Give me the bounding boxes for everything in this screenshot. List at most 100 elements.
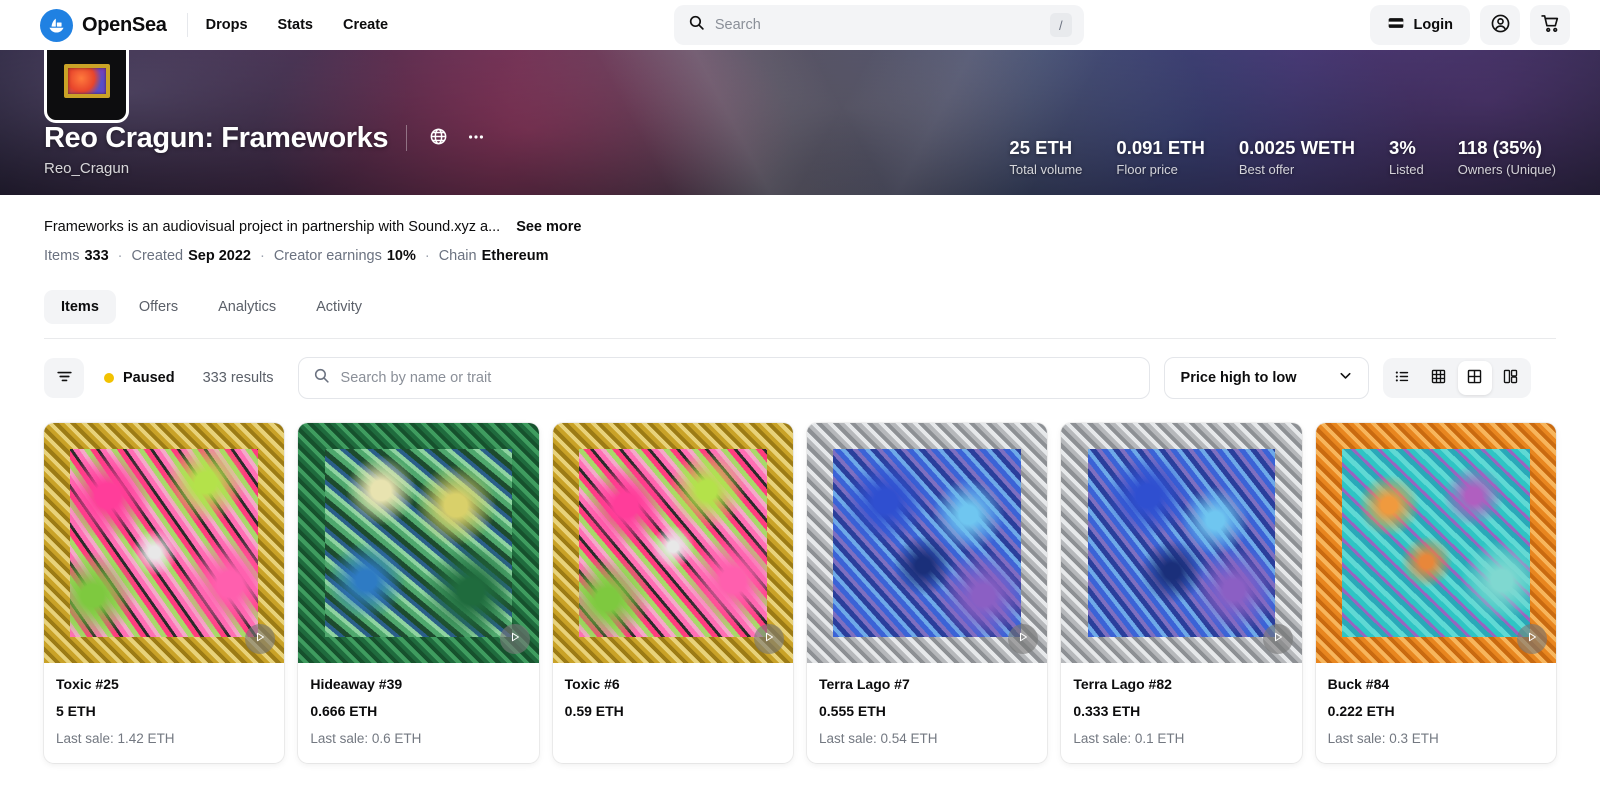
cart-button[interactable] (1530, 5, 1570, 45)
more-options-button[interactable] (463, 125, 489, 151)
nav-actions: Login (1369, 5, 1584, 45)
artwork-image-cyan (1342, 449, 1530, 637)
stat-best-offer: 0.0025 WETH Best offer (1205, 137, 1355, 177)
item-last-sale: Last sale: 0.54 ETH (818, 731, 938, 747)
tab-offers[interactable]: Offers (122, 290, 195, 324)
meta-separator: · (259, 247, 265, 264)
collection-avatar[interactable] (44, 50, 129, 123)
play-icon (254, 630, 266, 648)
split-view-icon (1502, 368, 1519, 388)
global-search-box[interactable]: / (673, 5, 1084, 45)
item-search-box[interactable] (297, 356, 1150, 399)
play-icon (1272, 630, 1284, 648)
banner-content: Reo Cragun: Frameworks Reo_Cragun 25 ETH… (0, 122, 1600, 177)
large-grid-view-icon (1466, 368, 1483, 388)
item-media[interactable] (1061, 422, 1302, 664)
view-mode-split-button[interactable] (1494, 361, 1528, 395)
brand-name-label: OpenSea (82, 13, 167, 36)
tab-activity[interactable]: Activity (299, 290, 379, 324)
status-label: Paused (123, 369, 175, 386)
see-more-button[interactable]: See more (516, 219, 581, 235)
meta-created-value: Sep 2022 (188, 247, 251, 264)
collection-tabs: Items Offers Analytics Activity (0, 264, 1600, 324)
stat-owners: 118 (35%) Owners (Unique) (1424, 137, 1556, 177)
nav-link-drops[interactable]: Drops (206, 17, 248, 33)
collection-creator[interactable]: Reo_Cragun (44, 160, 501, 177)
item-name: Buck #84 (1327, 676, 1390, 693)
item-media[interactable] (806, 422, 1048, 664)
stat-value: 3% (1389, 137, 1416, 158)
view-mode-small-grid-button[interactable] (1422, 361, 1456, 395)
play-button-overlay[interactable] (1516, 624, 1547, 655)
meta-chain-value: Ethereum (481, 247, 549, 264)
item-card[interactable]: Toxic #25 5 ETH Last sale: 1.42 ETH (44, 422, 285, 764)
item-price: 0.333 ETH (1073, 703, 1141, 720)
view-mode-large-grid-button[interactable] (1457, 360, 1492, 395)
chevron-down-icon (1337, 367, 1354, 389)
item-price: 0.555 ETH (818, 703, 886, 720)
item-card[interactable]: Toxic #6 0.59 ETH (552, 422, 793, 764)
item-card[interactable]: Hideaway #39 0.666 ETH Last sale: 0.6 ET… (298, 422, 539, 764)
sort-selected-label: Price high to low (1180, 369, 1297, 386)
description-text: Frameworks is an audiovisual project in … (44, 219, 501, 235)
item-name: Toxic #25 (56, 676, 119, 693)
title-separator (406, 125, 408, 152)
account-button[interactable] (1480, 5, 1520, 45)
item-last-sale: Last sale: 0.1 ETH (1073, 731, 1185, 747)
shopping-cart-icon (1540, 13, 1561, 37)
item-last-sale: Last sale: 1.42 ETH (56, 731, 175, 747)
item-card[interactable]: Terra Lago #7 0.555 ETH Last sale: 0.54 … (806, 422, 1048, 764)
item-last-sale: Last sale: 0.3 ETH (1327, 731, 1439, 747)
item-details: Hideaway #39 0.666 ETH Last sale: 0.6 ET… (298, 663, 538, 763)
play-button-overlay[interactable] (499, 624, 530, 655)
stat-value: 0.0025 WETH (1238, 137, 1356, 158)
stat-floor-price: 0.091 ETH Floor price (1082, 137, 1204, 177)
item-media[interactable] (298, 422, 539, 664)
ellipsis-icon (466, 127, 486, 150)
item-price: 0.222 ETH (1327, 703, 1395, 720)
item-search-input[interactable] (340, 369, 1135, 386)
collection-title: Reo Cragun: Frameworks (44, 121, 389, 154)
nav-link-create[interactable]: Create (343, 17, 388, 33)
account-circle-icon (1490, 13, 1511, 37)
play-icon (1017, 630, 1029, 648)
meta-items-value: 333 (84, 247, 109, 264)
item-price: 0.666 ETH (310, 703, 378, 720)
item-media[interactable] (1315, 422, 1556, 664)
item-name: Terra Lago #7 (818, 676, 910, 693)
meta-earnings-value: 10% (386, 247, 416, 264)
item-media[interactable] (44, 422, 285, 664)
search-shortcut-badge: / (1049, 13, 1072, 37)
artwork-image-green (324, 449, 513, 637)
login-button-label: Login (1413, 17, 1453, 33)
login-button[interactable]: Login (1369, 5, 1470, 45)
meta-chain-label: Chain (438, 247, 477, 264)
filter-toggle-button[interactable] (44, 357, 84, 398)
global-search-container: / (388, 5, 1369, 45)
item-card[interactable]: Buck #84 0.222 ETH Last sale: 0.3 ETH (1315, 422, 1556, 764)
collection-banner: Reo Cragun: Frameworks Reo_Cragun 25 ETH… (0, 50, 1600, 195)
small-grid-view-icon (1430, 368, 1447, 388)
nav-link-stats[interactable]: Stats (278, 17, 313, 33)
meta-items-label: Items (44, 247, 80, 264)
website-link-button[interactable] (425, 125, 451, 151)
brand-home-link[interactable]: OpenSea (16, 8, 167, 42)
items-grid: Toxic #25 5 ETH Last sale: 1.42 ETH Hide… (0, 399, 1600, 764)
item-last-sale: Last sale: 0.6 ETH (310, 731, 422, 747)
play-button-overlay[interactable] (753, 624, 784, 655)
sort-dropdown[interactable]: Price high to low (1163, 356, 1369, 399)
global-search-input[interactable] (714, 17, 1040, 33)
play-icon (763, 630, 775, 648)
view-mode-list-button[interactable] (1386, 361, 1420, 395)
item-details: Terra Lago #82 0.333 ETH Last sale: 0.1 … (1061, 663, 1301, 763)
tab-items[interactable]: Items (44, 289, 116, 324)
item-card[interactable]: Terra Lago #82 0.333 ETH Last sale: 0.1 … (1061, 422, 1302, 764)
tab-analytics[interactable]: Analytics (201, 290, 293, 324)
search-icon (313, 367, 330, 389)
item-media[interactable] (552, 422, 793, 664)
artwork-image-blue (833, 449, 1021, 637)
stat-label: Listed (1389, 162, 1424, 177)
play-button-overlay[interactable] (1262, 624, 1293, 655)
meta-created-label: Created (131, 247, 184, 264)
item-details: Buck #84 0.222 ETH Last sale: 0.3 ETH (1316, 663, 1556, 763)
